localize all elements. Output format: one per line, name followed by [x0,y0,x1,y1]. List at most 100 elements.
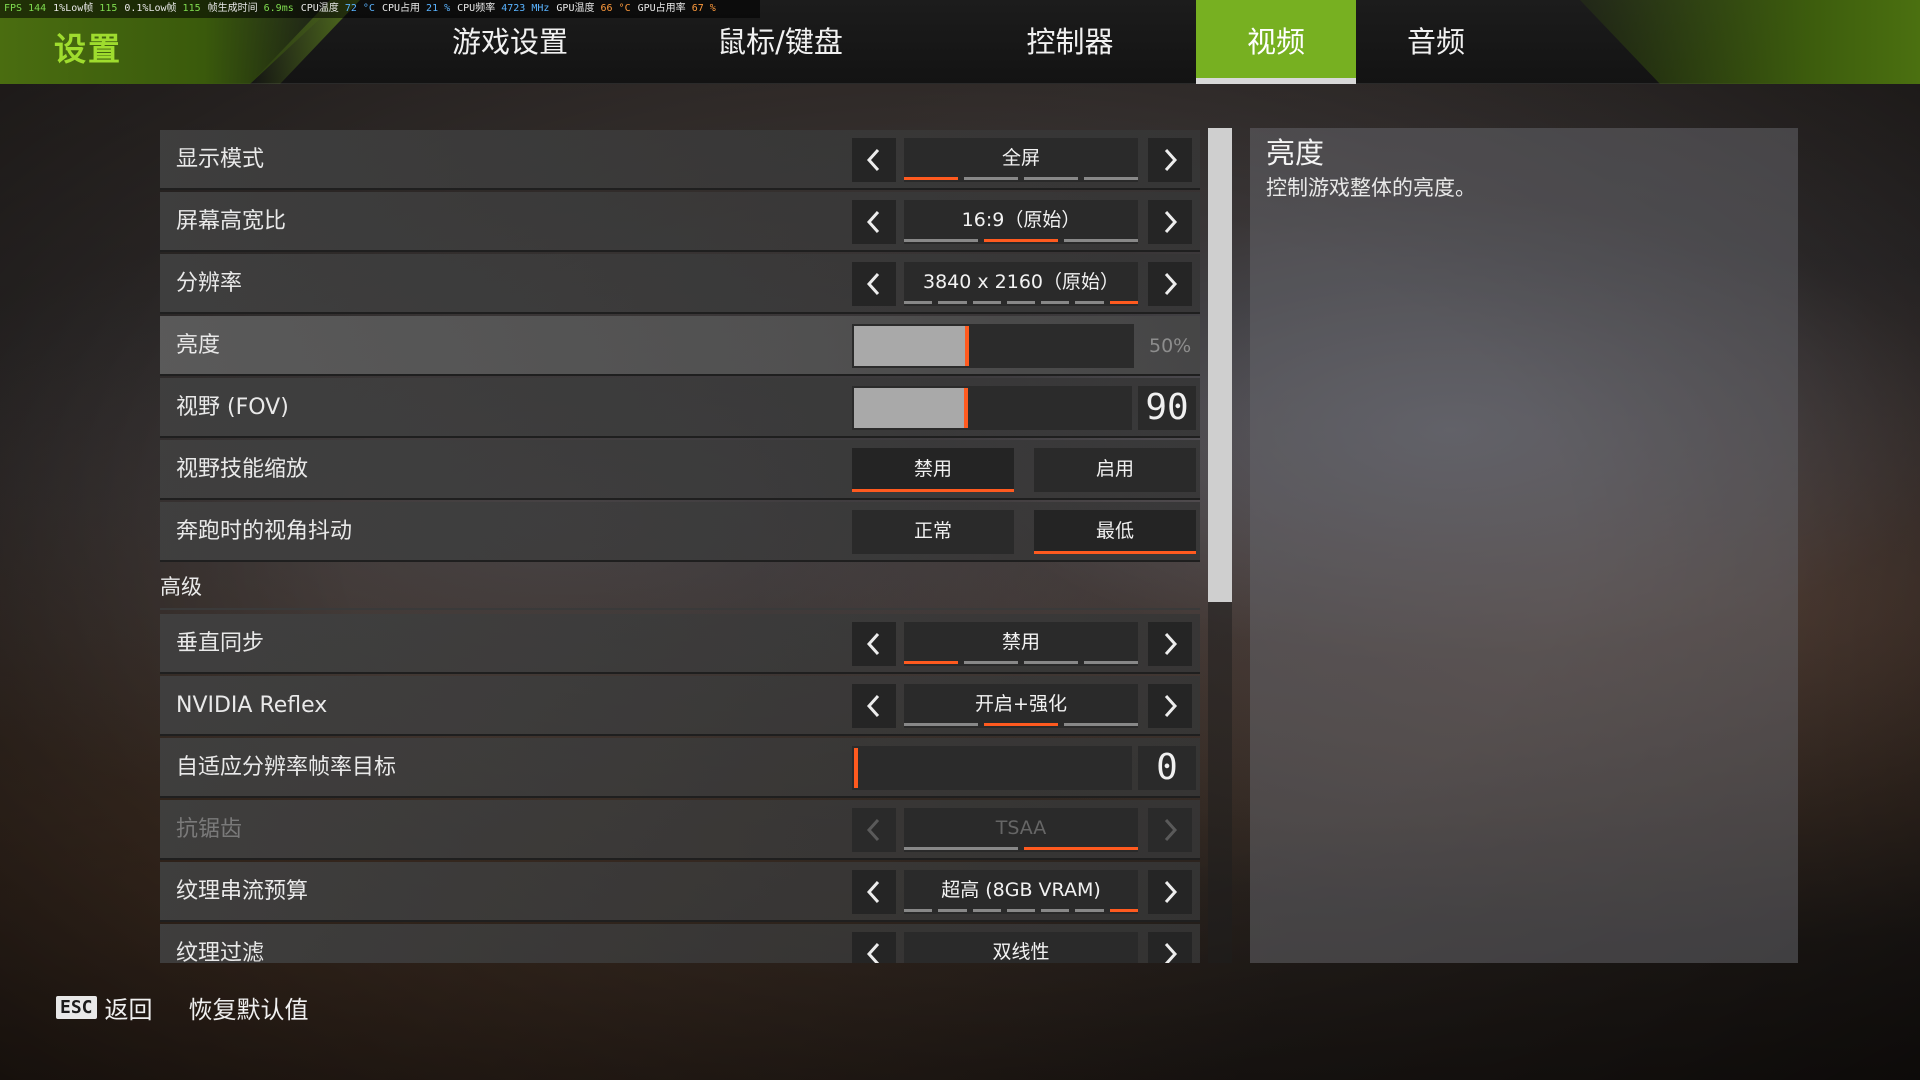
setting-label: NVIDIA Reflex [176,693,328,718]
chevron-left-icon[interactable] [852,622,896,666]
setting-row-nvidia-reflex[interactable]: NVIDIA Reflex 开启+强化 [160,676,1200,736]
selector-segment [904,661,958,664]
chevron-right-icon[interactable] [1148,622,1192,666]
adaptive-resolution-slider[interactable] [852,746,1132,790]
setting-label: 视野技能缩放 [176,457,309,482]
selector-segment [1006,909,1036,912]
selector-text: 3840 x 2160（原始） [922,271,1120,293]
description-text: 控制游戏整体的亮度。 [1266,176,1476,200]
low01-label: 0.1%Low帧 [124,3,177,14]
selector-segment [904,177,958,180]
footer-bar: ESC 返回 恢复默认值 [56,990,309,1024]
fov-slider[interactable] [852,386,1132,430]
setting-row-fov[interactable]: 视野 (FOV) 90 [160,378,1200,438]
chevron-left-icon[interactable] [852,200,896,244]
frametime-value: 6.9ms [263,3,294,14]
tab-audio[interactable]: 音频 [1356,0,1516,84]
selector-segment [1109,909,1138,912]
setting-row-aspect-ratio[interactable]: 屏幕高宽比 16:9（原始） [160,192,1200,252]
chevron-left-icon[interactable] [852,262,896,306]
restore-defaults-button[interactable]: 恢复默认值 [189,990,309,1025]
toggle-normal-button[interactable]: 正常 [852,510,1014,554]
fov-value-box[interactable]: 90 [1138,386,1196,430]
setting-row-texture-filter[interactable]: 纹理过滤 双线性 [160,924,1200,963]
chevron-left-icon[interactable] [852,870,896,914]
brightness-slider[interactable] [852,324,1134,368]
chevron-left-icon[interactable] [852,138,896,182]
setting-row-fov-ability-scaling[interactable]: 视野技能缩放 禁用 启用 [160,440,1200,500]
chevron-right-icon[interactable] [1148,870,1192,914]
selector-segment [1109,301,1138,304]
tab-video[interactable]: 视频 [1196,0,1356,84]
toggle-disable-button[interactable]: 禁用 [852,448,1014,492]
setting-row-vsync[interactable]: 垂直同步 禁用 [160,614,1200,674]
selector-text: 超高 (8GB VRAM) [941,879,1101,901]
selector-segment [1084,177,1138,180]
settings-scrollbar[interactable] [1208,128,1232,963]
selector-segment [972,301,1001,304]
tab-controller[interactable]: 控制器 [980,0,1160,84]
setting-row-display-mode[interactable]: 显示模式 全屏 [160,130,1200,190]
selector-segment [964,661,1018,664]
setting-row-resolution[interactable]: 分辨率 3840 x 2160（原始） [160,254,1200,314]
setting-label: 自适应分辨率帧率目标 [176,755,397,780]
back-button[interactable]: 返回 [105,990,153,1025]
selector-segment [1041,301,1070,304]
setting-row-anti-aliasing: 抗锯齿 TSAA [160,800,1200,860]
toggle-minimal-button[interactable]: 最低 [1034,510,1196,554]
setting-label: 分辨率 [176,271,243,296]
selector-segment [904,239,978,242]
chevron-right-icon[interactable] [1148,138,1192,182]
scrollbar-thumb[interactable] [1208,128,1232,602]
setting-label: 屏幕高宽比 [176,209,287,234]
selector-segment [984,239,1058,242]
setting-label: 亮度 [176,333,221,358]
selector-value: 16:9（原始） [904,200,1138,244]
setting-label: 显示模式 [176,147,265,172]
selector-segment [904,723,978,726]
setting-row-adaptive-resolution[interactable]: 自适应分辨率帧率目标 0 [160,738,1200,798]
chevron-right-icon[interactable] [1148,684,1192,728]
selector-text: TSAA [995,817,1047,839]
setting-label: 抗锯齿 [176,817,243,842]
slider-handle[interactable] [965,326,969,366]
toggle-enable-button[interactable]: 启用 [1034,448,1196,492]
selector-segment [1064,239,1138,242]
adaptive-resolution-value-box[interactable]: 0 [1138,746,1196,790]
selector-segments [904,661,1138,664]
cpu-temp-label: CPU温度 [300,3,339,14]
cpu-use-label: CPU占用 [381,3,421,14]
setting-label: 奔跑时的视角抖动 [176,519,353,544]
selector-text: 16:9（原始） [961,209,1081,231]
setting-label: 垂直同步 [176,631,265,656]
selector-segment [938,909,967,912]
brightness-value: 50% [1149,335,1192,357]
low01-value: 115 [182,3,201,14]
setting-row-texture-budget[interactable]: 纹理串流预算 超高 (8GB VRAM) [160,862,1200,922]
chevron-right-icon[interactable] [1148,932,1192,963]
chevron-right-icon[interactable] [1148,200,1192,244]
chevron-right-icon [1148,808,1192,852]
selector-segments [904,909,1138,912]
selector-segment [904,909,933,912]
chevron-right-icon[interactable] [1148,262,1192,306]
selector-segments [904,847,1138,850]
selector-segment [904,847,1018,850]
slider-handle[interactable] [964,388,968,428]
setting-row-brightness[interactable]: 亮度 50% [160,316,1200,376]
frametime-label: 帧生成时间 [207,3,258,14]
selector-segment [1075,301,1104,304]
gpu-temp-label: GPU温度 [556,3,595,14]
slider-fill [854,326,965,366]
slider-handle[interactable] [854,748,858,788]
performance-overlay: FPS 144 1%Low帧 115 0.1%Low帧 115 帧生成时间 6.… [0,0,760,18]
setting-label: 纹理串流预算 [176,879,309,904]
chevron-left-icon[interactable] [852,684,896,728]
selector-segments [904,301,1138,304]
cpu-freq-value: 4723 MHz [501,3,550,14]
fps-label: FPS [4,3,23,14]
chevron-left-icon[interactable] [852,932,896,963]
setting-row-sprint-view-shake[interactable]: 奔跑时的视角抖动 正常 最低 [160,502,1200,562]
selector-segment [1006,301,1036,304]
cpu-temp-value: 72 °C [344,3,375,14]
